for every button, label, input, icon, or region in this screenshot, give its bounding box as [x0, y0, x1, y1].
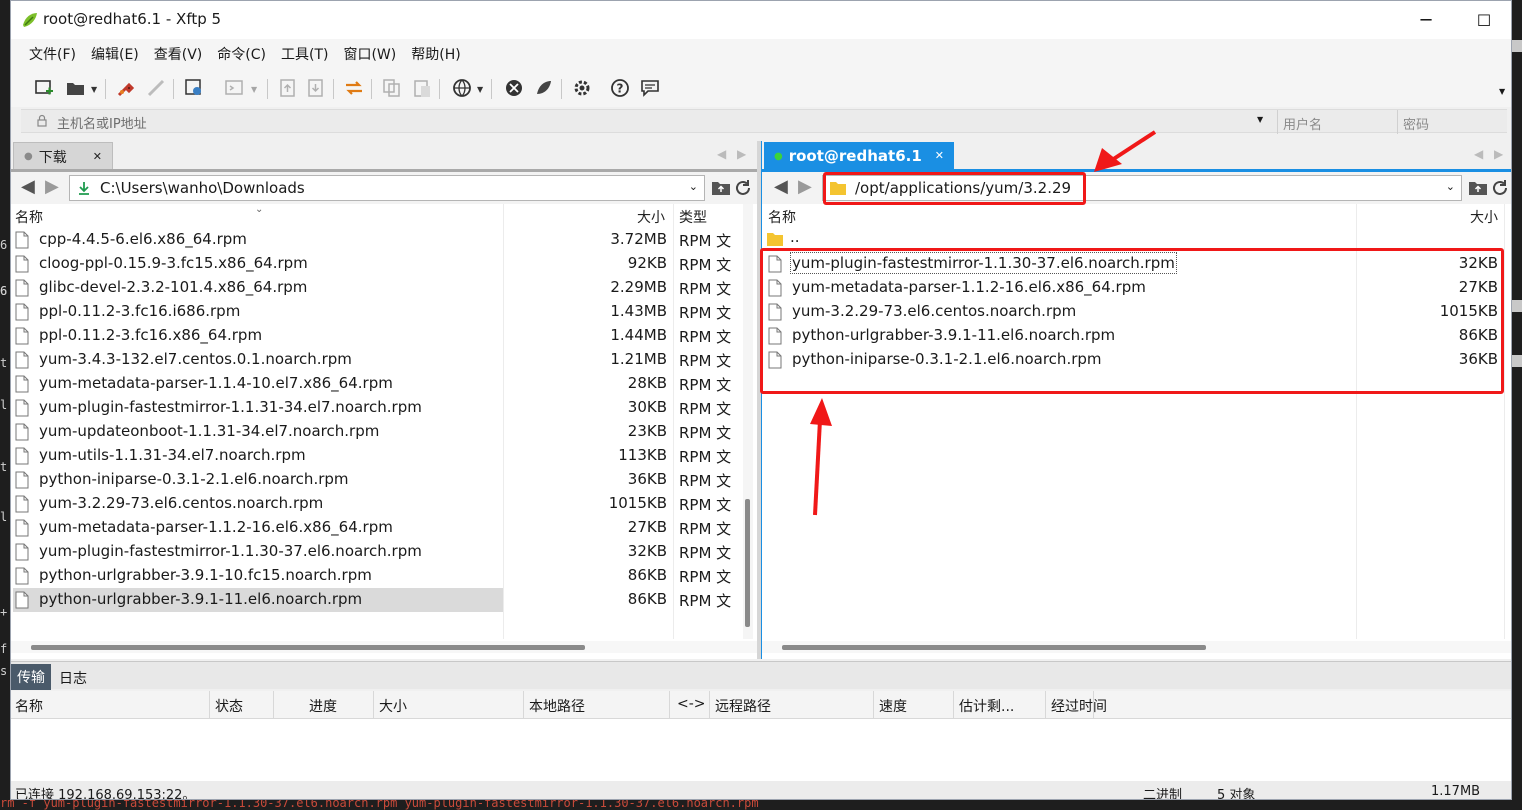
annotation-arrowhead-path	[1094, 148, 1122, 172]
annotation-arrowhead-files	[810, 398, 832, 426]
annotation-arrows	[810, 130, 1157, 516]
annotation-arrow-to-files	[813, 419, 822, 516]
annotation-arrow-to-path	[1110, 130, 1157, 162]
